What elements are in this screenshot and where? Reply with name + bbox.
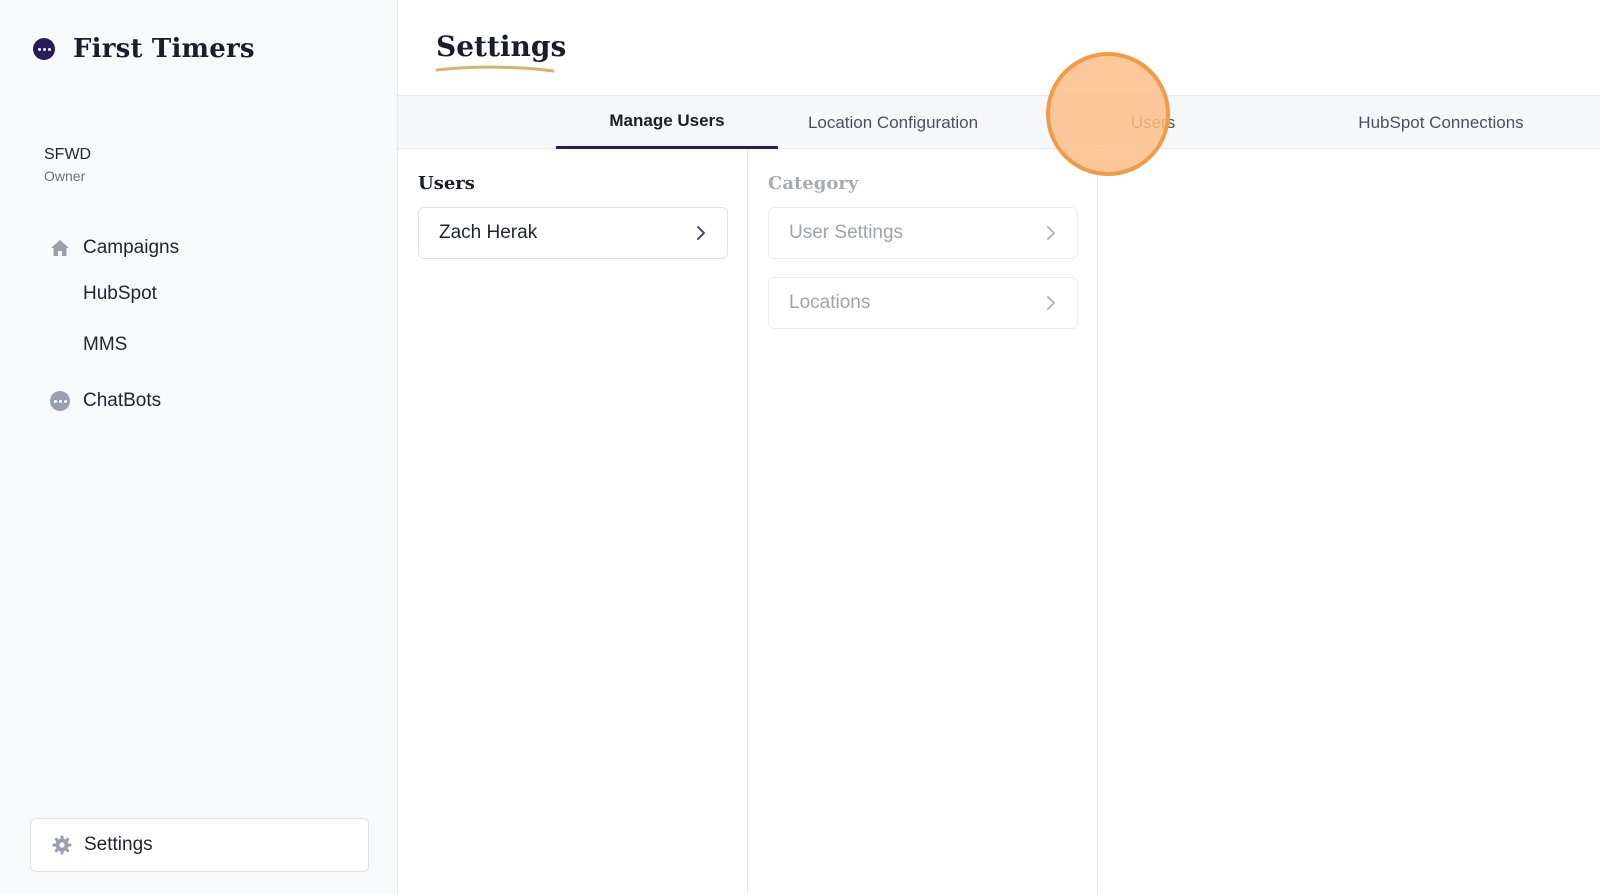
category-item-user-settings[interactable]: User Settings bbox=[768, 207, 1078, 259]
chat-icon bbox=[50, 391, 70, 411]
sidebar: First Timers SFWD Owner Campaigns HubSpo… bbox=[0, 0, 398, 894]
category-item-label: User Settings bbox=[789, 222, 904, 243]
users-heading: Users bbox=[418, 173, 475, 194]
sidebar-item-chatbots[interactable]: ChatBots bbox=[50, 389, 161, 413]
sidebar-item-label: ChatBots bbox=[83, 390, 162, 411]
users-panel: Users Zach Herak bbox=[398, 149, 748, 894]
sidebar-item-campaigns[interactable]: Campaigns bbox=[50, 236, 179, 260]
tab-manage-users[interactable]: Manage Users bbox=[556, 96, 778, 149]
chat-bubble-icon bbox=[33, 38, 55, 60]
app-window: First Timers SFWD Owner Campaigns HubSpo… bbox=[0, 0, 1600, 894]
account-role: Owner bbox=[44, 168, 86, 184]
home-icon bbox=[50, 238, 70, 258]
brand-name: First Timers bbox=[73, 34, 255, 64]
sidebar-item-hubspot[interactable]: HubSpot bbox=[50, 282, 157, 306]
tab-location-configuration[interactable]: Location Configuration bbox=[778, 96, 1008, 149]
account-info: SFWD Owner bbox=[44, 146, 91, 184]
category-panel: Category User Settings Locations bbox=[748, 149, 1098, 894]
chevron-right-icon bbox=[1045, 225, 1057, 241]
chevron-right-icon bbox=[695, 225, 707, 241]
gear-icon bbox=[51, 834, 73, 856]
category-heading: Category bbox=[768, 173, 859, 194]
account-name: SFWD bbox=[44, 146, 92, 163]
category-item-label: Locations bbox=[789, 292, 871, 313]
category-item-locations[interactable]: Locations bbox=[768, 277, 1078, 329]
settings-tabs: Manage Users Location Configuration User… bbox=[398, 95, 1600, 149]
page-title: Settings bbox=[436, 30, 567, 63]
sidebar-item-label: Campaigns bbox=[83, 237, 180, 258]
user-item-label: Zach Herak bbox=[439, 222, 538, 243]
settings-button[interactable]: Settings bbox=[30, 818, 369, 872]
settings-button-label: Settings bbox=[84, 834, 153, 855]
tab-users[interactable]: Users bbox=[1010, 96, 1296, 149]
tab-hubspot-connections[interactable]: HubSpot Connections bbox=[1296, 96, 1586, 149]
sidebar-item-mms[interactable]: MMS bbox=[50, 333, 127, 357]
brand[interactable]: First Timers bbox=[33, 34, 255, 64]
sidebar-item-label: HubSpot bbox=[83, 283, 157, 304]
user-item-zach-herak[interactable]: Zach Herak bbox=[418, 207, 728, 259]
chevron-right-icon bbox=[1045, 295, 1057, 311]
sidebar-item-label: MMS bbox=[83, 334, 128, 355]
main-content: Settings Manage Users Location Configura… bbox=[398, 0, 1600, 894]
title-underline bbox=[435, 65, 555, 73]
